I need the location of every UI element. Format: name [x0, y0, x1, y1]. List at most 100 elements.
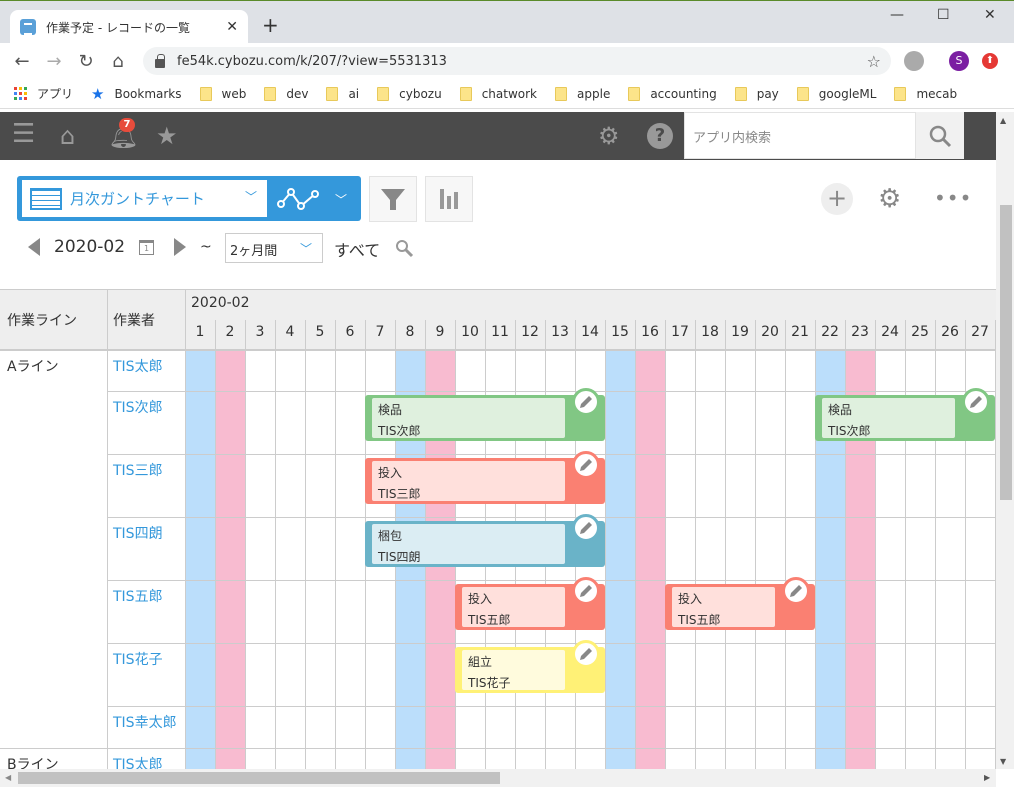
day-divider — [965, 320, 966, 769]
extension-gear-icon[interactable] — [904, 51, 924, 71]
home-icon[interactable]: ⌂ — [60, 122, 75, 150]
row-divider — [107, 517, 996, 518]
worker-link[interactable]: TIS四朗 — [113, 523, 163, 543]
app-settings-gear-icon[interactable]: ⚙ — [878, 184, 901, 214]
worker-link[interactable]: TIS幸太郎 — [113, 712, 177, 732]
day-header: 23 — [851, 324, 869, 340]
row-divider — [0, 350, 996, 351]
period-select[interactable]: 2ヶ月間 ﹀ — [225, 233, 323, 263]
folder-icon — [555, 86, 568, 101]
task-bar[interactable]: 検品 TIS次郎 — [365, 388, 605, 441]
bookmark-ai[interactable]: ai — [326, 86, 360, 101]
edit-pencil-icon[interactable] — [962, 388, 990, 416]
worker-link[interactable]: TIS次郎 — [113, 397, 163, 417]
magnifier-icon[interactable] — [394, 238, 414, 258]
bookmark-pay[interactable]: pay — [734, 86, 779, 101]
bookmark-cybozu[interactable]: cybozu — [377, 86, 442, 101]
view-dropdown[interactable]: 月次ガントチャート — [22, 180, 267, 217]
bookmark-bookmarks[interactable]: ★ Bookmarks — [91, 85, 182, 103]
notification-badge: 7 — [119, 118, 135, 132]
edit-pencil-icon[interactable] — [572, 514, 600, 542]
bookmark-web[interactable]: web — [199, 86, 246, 101]
task-bar[interactable]: 投入 TIS五郎 — [455, 577, 605, 630]
url-text: fe54k.cybozu.com/k/207/?view=5531313 — [177, 53, 447, 69]
bookmark-apple[interactable]: apple — [555, 86, 610, 101]
minimize-button[interactable]: — — [890, 7, 904, 23]
scroll-down-icon[interactable]: ▼ — [1000, 757, 1006, 766]
bookmark-label: アプリ — [37, 87, 74, 101]
more-options-icon[interactable]: ••• — [934, 186, 972, 210]
help-icon[interactable]: ? — [647, 123, 673, 149]
worker-link[interactable]: TIS太郎 — [113, 356, 163, 376]
maximize-button[interactable]: ☐ — [937, 7, 950, 23]
bar-chart-icon — [440, 189, 458, 209]
app-search-input[interactable]: アプリ内検索 — [684, 112, 916, 159]
horizontal-scroll-thumb[interactable] — [18, 772, 500, 784]
bookmark-accounting[interactable]: accounting — [628, 86, 717, 101]
folder-icon — [628, 86, 641, 101]
edit-pencil-icon[interactable] — [572, 451, 600, 479]
favorites-star-icon[interactable]: ★ — [156, 122, 178, 150]
profile-avatar[interactable]: S — [949, 51, 969, 71]
next-month-icon[interactable] — [174, 238, 187, 256]
graph-view-icon[interactable] — [277, 184, 321, 212]
edit-pencil-icon[interactable] — [572, 640, 600, 668]
add-record-button[interactable]: + — [821, 183, 853, 215]
day-header: 18 — [701, 324, 719, 340]
forward-icon[interactable]: → — [38, 51, 70, 72]
bookmark-star-icon[interactable]: ☆ — [867, 52, 881, 71]
close-tab-icon[interactable]: ✕ — [226, 19, 238, 35]
address-bar[interactable]: fe54k.cybozu.com/k/207/?view=5531313 ☆ — [143, 47, 891, 75]
chevron-down-icon: ﹀ — [299, 242, 312, 256]
bookmark-label: mecab — [916, 86, 958, 101]
calendar-icon[interactable]: 1 — [139, 239, 155, 255]
task-content: 投入 TIS五郎 — [462, 587, 565, 627]
bookmark-googleml[interactable]: googleML — [796, 86, 876, 101]
folder-icon — [459, 86, 472, 101]
task-worker: TIS三郎 — [378, 487, 421, 501]
home-icon[interactable]: ⌂ — [102, 51, 134, 72]
bookmark-アプリ[interactable]: アプリ — [14, 85, 73, 102]
task-bar[interactable]: 検品 TIS次郎 — [815, 388, 995, 441]
menu-icon[interactable]: ☰ — [12, 119, 35, 149]
bookmark-dev[interactable]: dev — [264, 86, 308, 101]
task-name: 検品 — [378, 403, 403, 417]
graph-button[interactable] — [425, 176, 473, 222]
filter-all-label[interactable]: すべて — [334, 237, 380, 261]
update-icon[interactable]: ⬆ — [982, 53, 998, 69]
scroll-up-icon[interactable]: ▲ — [1000, 116, 1006, 125]
back-icon[interactable]: ← — [6, 51, 38, 72]
new-tab-button[interactable]: + — [262, 13, 279, 37]
edit-pencil-icon[interactable] — [572, 388, 600, 416]
graph-chevron-down-icon[interactable]: ﹀ — [335, 191, 347, 208]
task-bar[interactable]: 梱包 TIS四朗 — [365, 514, 605, 567]
filter-button[interactable] — [369, 176, 417, 222]
edit-pencil-icon[interactable] — [572, 577, 600, 605]
edit-pencil-icon[interactable] — [782, 577, 810, 605]
bookmark-mecab[interactable]: mecab — [894, 86, 958, 101]
day-header: 10 — [461, 324, 479, 340]
worker-link[interactable]: TIS花子 — [113, 649, 163, 669]
bookmark-label: ai — [348, 86, 360, 101]
scroll-left-icon[interactable]: ◀ — [5, 773, 11, 782]
task-bar[interactable]: 投入 TIS三郎 — [365, 451, 605, 504]
apps-grid-icon — [14, 87, 27, 100]
bookmark-chatwork[interactable]: chatwork — [459, 86, 537, 101]
scroll-right-icon[interactable]: ▶ — [984, 773, 990, 782]
worker-link[interactable]: TIS三郎 — [113, 460, 163, 480]
prev-month-icon[interactable] — [28, 238, 40, 256]
reload-icon[interactable]: ↻ — [70, 51, 102, 72]
task-bar[interactable]: 組立 TIS花子 — [455, 640, 605, 693]
search-button[interactable] — [916, 112, 964, 159]
vertical-scroll-thumb[interactable] — [1000, 205, 1012, 500]
worker-link[interactable]: TIS太郎 — [113, 754, 163, 769]
day-header: 27 — [971, 324, 989, 340]
lock-icon — [155, 53, 165, 68]
browser-tab[interactable]: 作業予定 - レコードの一覧 ✕ — [10, 10, 248, 44]
settings-gear-icon[interactable]: ⚙ — [598, 122, 620, 150]
task-bar[interactable]: 投入 TIS五郎 — [665, 577, 815, 630]
day-header: 19 — [731, 324, 749, 340]
worker-link[interactable]: TIS五郎 — [113, 586, 163, 606]
close-window-button[interactable]: ✕ — [984, 7, 996, 23]
task-name: 梱包 — [378, 529, 403, 543]
